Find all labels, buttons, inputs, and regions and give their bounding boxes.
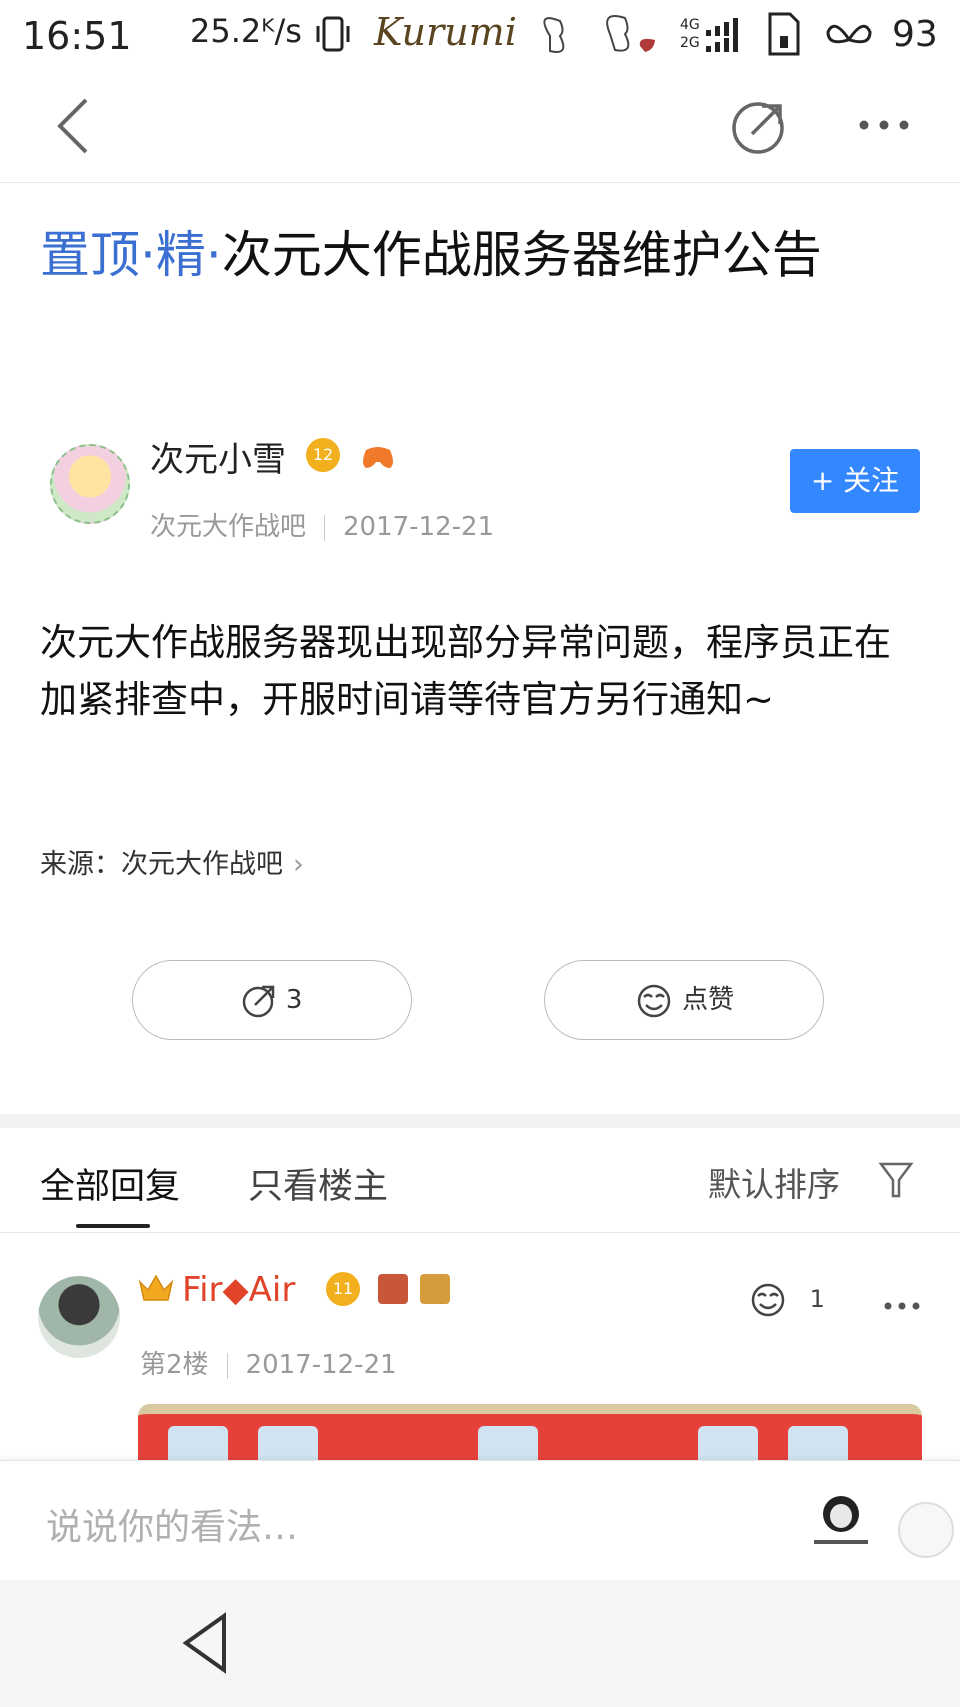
- butterfly-icon: [543, 15, 655, 53]
- tag-pinned: 置顶: [40, 226, 140, 284]
- share-icon: [242, 985, 274, 1017]
- share-count: 3: [285, 985, 303, 1015]
- wings-icon: [826, 24, 872, 44]
- hearthstone-badge-icon: [420, 1274, 450, 1304]
- reply-image[interactable]: [138, 1404, 922, 1460]
- network-speed: 25.2ᴷ/s: [190, 12, 302, 50]
- post-title: 置顶·精·次元大作战服务器维护公告: [40, 220, 920, 290]
- author-avatar[interactable]: [50, 444, 130, 524]
- reply-meta: 第2楼 2017-12-21: [140, 1344, 397, 1381]
- comment-input[interactable]: 说说你的看法…: [46, 1498, 298, 1550]
- reply-avatar[interactable]: [38, 1276, 120, 1358]
- follow-button[interactable]: + 关注: [790, 449, 920, 513]
- author-meta: 次元大作战吧 2017-12-21: [150, 506, 494, 543]
- source-value[interactable]: 次元大作战吧: [121, 849, 283, 880]
- reply-like-button[interactable]: 1: [748, 1282, 825, 1318]
- sim-icon: [768, 12, 800, 56]
- reply-floor: 第2楼: [140, 1350, 209, 1380]
- bus-window: [168, 1426, 228, 1460]
- reply-more-icon[interactable]: [882, 1300, 922, 1312]
- crown-icon: [138, 1274, 174, 1301]
- more-icon[interactable]: [856, 116, 912, 134]
- post-source[interactable]: 来源：次元大作战吧 ›: [40, 842, 304, 881]
- back-triangle-icon[interactable]: [180, 1612, 230, 1674]
- emoji-icon[interactable]: [898, 1502, 954, 1558]
- gamepad-icon: [363, 447, 393, 468]
- post-body: 次元大作战服务器现出现部分异常问题，程序员正在加紧排查中，开服时间请等待官方另行…: [40, 621, 891, 721]
- meta-divider: [324, 514, 326, 541]
- author-name[interactable]: 次元小雪: [150, 432, 286, 481]
- meme-face-icon: [814, 1496, 868, 1544]
- tab-owner-only[interactable]: 只看楼主: [248, 1158, 388, 1209]
- sticker-icon[interactable]: [806, 1488, 876, 1554]
- tag-elite: 精: [155, 226, 206, 284]
- share-count-button[interactable]: 3: [132, 960, 412, 1040]
- bus-window: [258, 1426, 318, 1460]
- tag-separator: ·: [140, 226, 156, 284]
- system-nav-bar: [0, 1580, 960, 1707]
- network-4g: 4G: [680, 17, 700, 33]
- status-time: 16:51: [22, 14, 132, 58]
- top-nav: [0, 76, 960, 183]
- brand-logo: Kurumi: [374, 10, 517, 54]
- section-separator: [0, 1114, 960, 1128]
- game-badge-icon: [378, 1274, 408, 1304]
- reply-level-badge: 11: [326, 1272, 360, 1306]
- vibrate-icon: [316, 16, 350, 52]
- post-title-text: 次元大作战服务器维护公告: [221, 226, 822, 284]
- tab-all-replies[interactable]: 全部回复: [40, 1158, 180, 1209]
- like-face-icon: [637, 984, 671, 1017]
- forum-name[interactable]: 次元大作战吧: [150, 512, 306, 542]
- filter-icon[interactable]: [878, 1160, 914, 1200]
- level-badge: 12: [306, 438, 340, 472]
- meta-divider: [226, 1352, 228, 1379]
- network-type: 4G 2G: [680, 16, 700, 52]
- sort-button[interactable]: 默认排序: [708, 1158, 840, 1206]
- signal-icon: [706, 18, 738, 52]
- chevron-right-icon: ›: [293, 849, 304, 880]
- reply-date: 2017-12-21: [245, 1350, 397, 1380]
- post-date: 2017-12-21: [343, 512, 495, 542]
- like-face-icon: [751, 1283, 785, 1317]
- battery-level: 93: [892, 14, 938, 55]
- bus-window: [788, 1426, 848, 1460]
- reply-like-count: 1: [809, 1285, 825, 1313]
- active-tab-indicator: [76, 1224, 150, 1228]
- like-label: 点赞: [682, 985, 735, 1015]
- network-2g: 2G: [680, 35, 700, 51]
- like-button[interactable]: 点赞: [544, 960, 824, 1040]
- tag-separator: ·: [205, 226, 222, 284]
- tabs-border: [0, 1232, 960, 1233]
- share-icon[interactable]: [730, 98, 788, 156]
- bus-window: [478, 1426, 538, 1460]
- bus-window: [698, 1426, 758, 1460]
- chevron-left-icon[interactable]: [54, 96, 94, 156]
- reply-user-name[interactable]: Fir◆Air: [182, 1270, 295, 1310]
- source-label: 来源：: [40, 849, 121, 880]
